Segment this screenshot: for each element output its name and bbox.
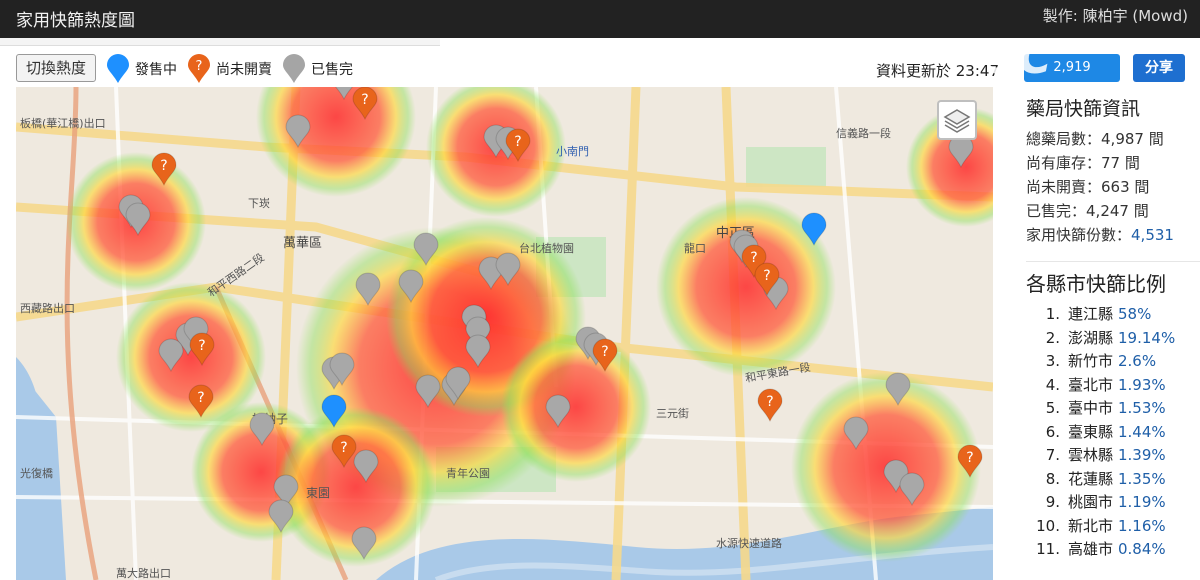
share-count-value: 2,919 xyxy=(1053,60,1091,75)
list-item: 10. 新北市 1.16% xyxy=(1036,516,1166,535)
svg-text:?: ? xyxy=(763,268,770,284)
marker-legend: 發售中 ? 尚未開賣 已售完 xyxy=(106,54,363,84)
blue-marker-icon xyxy=(107,54,129,83)
list-item: 11. 高雄市 0.84% xyxy=(1036,540,1166,558)
map-label-park: 青年公園 xyxy=(446,466,490,480)
author-credit: 製作: 陳柏宇 (Mowd) xyxy=(1042,7,1188,25)
map-label-bridge: 板橋(華江橋)出口 xyxy=(20,116,106,130)
orange-question-marker-icon: ? xyxy=(188,54,210,83)
svg-text:?: ? xyxy=(196,59,203,74)
app-title: 家用快篩熱度圖 xyxy=(16,11,135,31)
svg-text:?: ? xyxy=(160,158,167,174)
map-label-river-road: 水源快速道路 xyxy=(716,536,782,550)
list-item: 8. 花蓮縣 1.35% xyxy=(1045,469,1166,488)
map-label-guangming: 光復橋 xyxy=(20,466,53,480)
layers-icon xyxy=(943,109,971,133)
legend-on-sale: 發售中 xyxy=(106,54,177,84)
svg-text:?: ? xyxy=(750,250,757,266)
list-item: 9. 桃園市 1.19% xyxy=(1045,493,1166,511)
svg-text:?: ? xyxy=(514,134,521,150)
stat-test-kits: 家用快篩份數：4,531 xyxy=(1026,226,1174,244)
list-item: 4. 臺北市 1.93% xyxy=(1045,375,1166,394)
map-label-wanhua: 萬華區 xyxy=(283,236,322,251)
list-item: 6. 臺東縣 1.44% xyxy=(1045,422,1166,441)
legend-label-on-sale: 發售中 xyxy=(135,62,177,78)
svg-text:?: ? xyxy=(361,92,368,108)
stat-in-stock: 尚有庫存：77 間 xyxy=(1026,154,1140,172)
watermark-logo: 3C xyxy=(988,30,1052,84)
info-title: 藥局快篩資訊 xyxy=(1026,98,1141,120)
watermark-text: 3C xyxy=(988,30,1052,84)
gray-marker-icon xyxy=(283,54,305,83)
svg-text:?: ? xyxy=(601,344,608,360)
heatmap-map[interactable]: 板橋(華江橋)出口 萬華區 中正區 青年公園 小南門 台北植物園 萬大路出口 西… xyxy=(16,87,993,580)
map-label-gate: 小南門 xyxy=(556,145,589,158)
ratio-list: 1. 連江縣 58% 2. 澎湖縣 19.14% 3. 新竹市 2.6% 4. 臺北市 1.93… xyxy=(1036,303,1200,562)
list-item: 5. 臺中市 1.53% xyxy=(1045,399,1166,417)
update-time: 資料更新於 23:47 xyxy=(876,62,999,80)
stat-total: 總藥局數：4,987 間 xyxy=(1026,130,1164,148)
info-panel: 藥局快篩資訊 總藥局數：4,987 間 尚有庫存：77 間 尚未開賣：663 間… xyxy=(1000,90,1200,580)
legend-label-not-open: 尚未開賣 xyxy=(216,62,272,78)
map-label-exit-xizang: 西藏路出口 xyxy=(20,301,75,315)
svg-text:?: ? xyxy=(198,338,205,354)
map-label-botanical: 台北植物園 xyxy=(519,241,574,255)
stat-sold-out: 已售完：4,247 間 xyxy=(1026,202,1149,220)
map-label-longkou: 龍口 xyxy=(684,241,706,255)
list-item: 1. 連江縣 58% xyxy=(1045,305,1152,323)
top-strip xyxy=(0,38,440,46)
map-canvas: 板橋(華江橋)出口 萬華區 中正區 青年公園 小南門 台北植物園 萬大路出口 西… xyxy=(16,87,993,580)
not-open-marker[interactable]: ? xyxy=(757,388,783,423)
layers-button[interactable] xyxy=(937,100,977,140)
list-item: 7. 雲林縣 1.39% xyxy=(1045,446,1166,464)
legend-not-open: ? 尚未開賣 xyxy=(187,54,272,84)
legend-sold-out: 已售完 xyxy=(282,54,353,84)
stat-not-open: 尚未開賣：663 間 xyxy=(1026,178,1150,196)
ratio-title: 各縣市快篩比例 xyxy=(1026,261,1200,297)
list-item: 3. 新竹市 2.6% xyxy=(1045,352,1157,370)
map-label-sanyuan: 三元街 xyxy=(656,406,689,420)
list-item: 2. 澎湖縣 19.14% xyxy=(1045,328,1176,347)
toolbar: 切換熱度 發售中 ? 尚未開賣 已售完 資料更新於 23:47 xyxy=(0,48,1000,88)
map-label-dongyuan: 東園 xyxy=(306,486,330,500)
toggle-heatmap-button[interactable]: 切換熱度 xyxy=(16,54,97,82)
svg-text:?: ? xyxy=(340,440,347,456)
map-label-xiakang: 下崁 xyxy=(248,197,270,210)
share-button[interactable]: 分享 xyxy=(1133,54,1185,82)
svg-text:?: ? xyxy=(966,450,973,466)
map-label-xinyi: 信義路一段 xyxy=(836,126,891,140)
legend-label-sold-out: 已售完 xyxy=(311,62,353,78)
map-label-exit-wanda: 萬大路出口 xyxy=(116,566,171,580)
svg-text:?: ? xyxy=(766,394,773,410)
svg-text:?: ? xyxy=(197,390,204,406)
